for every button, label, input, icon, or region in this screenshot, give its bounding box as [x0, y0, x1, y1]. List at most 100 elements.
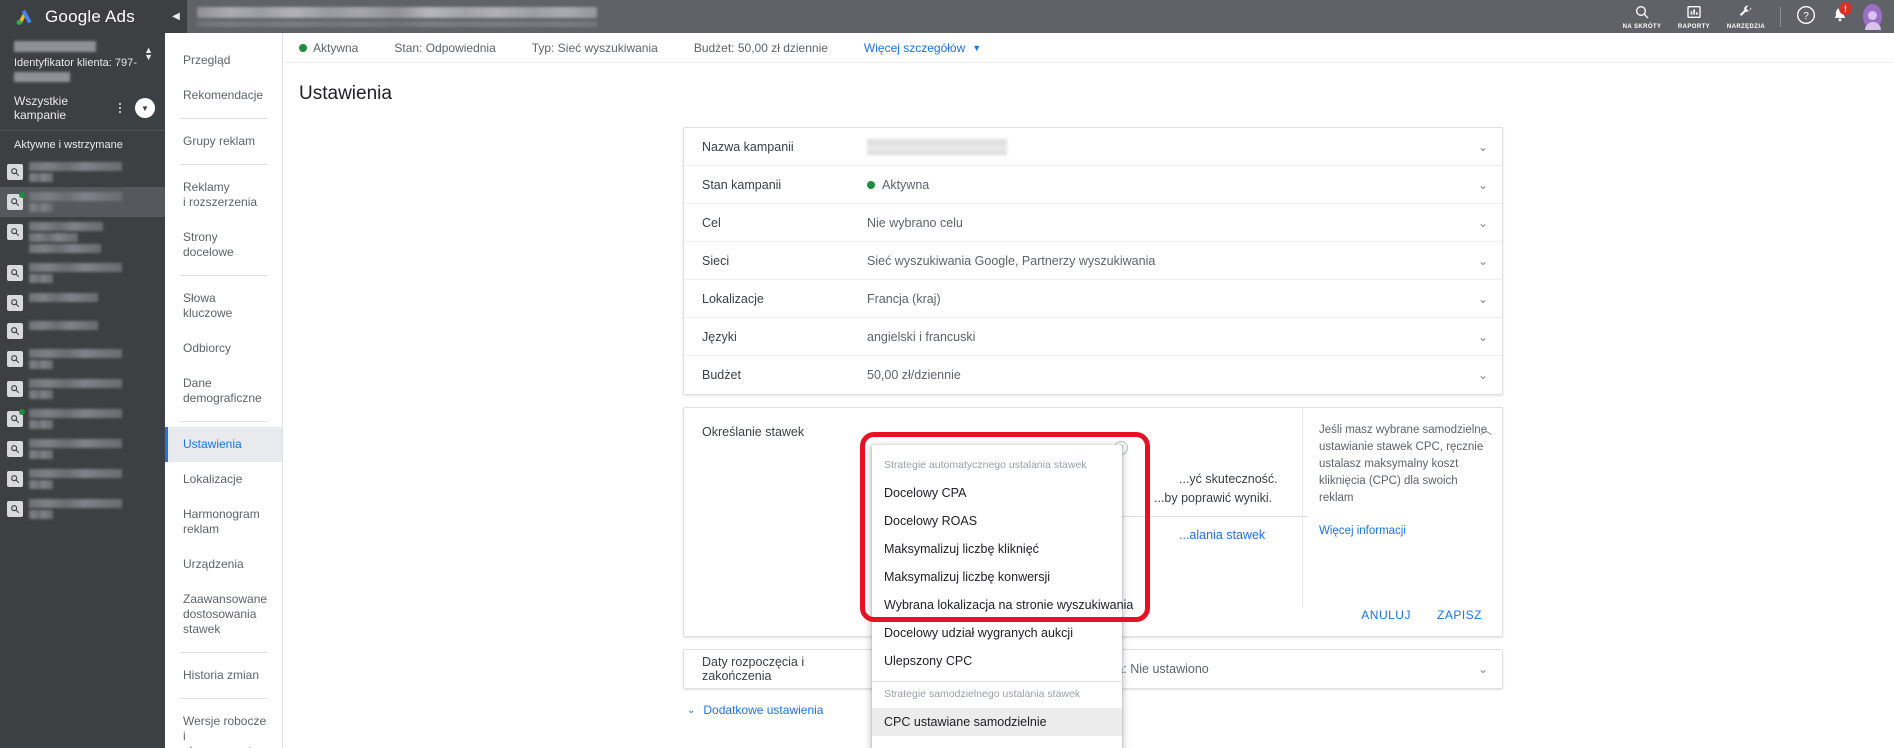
more-vert-icon[interactable] [113, 103, 127, 113]
dropdown-option[interactable]: Docelowy ROAS [872, 507, 1122, 535]
chevron-down-icon[interactable]: ⌄ [1478, 254, 1488, 268]
status-dot-icon [867, 180, 875, 189]
search-campaign-icon [7, 381, 23, 397]
settings-row[interactable]: Sieci Sieć wyszukiwania Google, Partnerzy… [684, 242, 1502, 280]
obscured-text-line-2: ...by poprawić wyniki. [1154, 491, 1273, 505]
chevron-down-icon[interactable]: ▼ [135, 98, 155, 118]
settings-row[interactable]: Cel Nie wybrano celu ⌄ [684, 204, 1502, 242]
sidebar-item-zaawansowane[interactable]: Zaawansowane dostosowania stawek [165, 582, 282, 647]
collapse-panel-button[interactable]: ◀ [165, 0, 187, 33]
settings-rows: Nazwa kampanii ⌄ Stan kampanii Aktywna ⌄ Cel N… [684, 128, 1502, 394]
campaign-list-item[interactable] [0, 464, 165, 494]
campaign-filter-label: Aktywne i wstrzymane [14, 139, 123, 151]
settings-row[interactable]: Stan kampanii Aktywna ⌄ [684, 166, 1502, 204]
more-details-link[interactable]: Więcej szczegółów ▼ [864, 41, 981, 55]
more-details-label: Więcej szczegółów [863, 40, 966, 55]
page-title: Ustawienia [299, 83, 392, 104]
dropdown-option[interactable]: Maksymalizuj liczbę konwersji [872, 563, 1122, 591]
obscured-link[interactable]: ...alania stawek [1179, 526, 1265, 545]
shortcuts-button[interactable]: NA SKRÓTY [1616, 0, 1668, 33]
google-ads-logo-icon [14, 6, 36, 28]
settings-row[interactable]: Budżet 50,00 zł/dziennie ⌄ [684, 356, 1502, 394]
chevron-down-icon[interactable]: ⌄ [1478, 662, 1488, 676]
nav-divider [179, 652, 268, 653]
brand-logo[interactable]: Google Ads [0, 0, 165, 33]
sidebar-item-ustawienia[interactable]: Ustawienia [165, 427, 282, 462]
redacted-campaign-name [29, 439, 157, 459]
sidebar-item-przegl-d[interactable]: Przegląd [165, 43, 282, 78]
redacted-line [197, 20, 597, 27]
campaign-list-item[interactable] [0, 434, 165, 464]
sidebar-item-reklamy[interactable]: Reklamy i rozszerzenia [165, 170, 282, 220]
chevron-up-icon[interactable]: ︿ [1480, 422, 1492, 439]
campaign-list-item[interactable] [0, 344, 165, 374]
campaign-list-item[interactable] [0, 217, 165, 258]
chevron-down-icon[interactable]: ⌄ [1478, 178, 1488, 192]
dropdown-option[interactable]: Docelowy CPA [872, 479, 1122, 507]
help-button[interactable]: ? [1789, 0, 1823, 33]
campaign-list-item[interactable] [0, 157, 165, 187]
dropdown-option[interactable]: Maksymalizuj liczbę kliknięć [872, 535, 1122, 563]
bid-strategy-dropdown[interactable]: Strategie automatycznego ustalania stawe… [872, 445, 1133, 748]
search-campaign-icon [7, 409, 25, 427]
settings-row[interactable]: Nazwa kampanii ⌄ [684, 128, 1502, 166]
up-down-arrows-icon[interactable]: ▲ ▼ [144, 41, 153, 62]
sidebar-item-strony-docelowe[interactable]: Strony docelowe [165, 220, 282, 270]
campaign-list-item[interactable] [0, 374, 165, 404]
toolbar-divider [1780, 6, 1781, 27]
chevron-down-icon[interactable]: ⌄ [1478, 216, 1488, 230]
account-info: Identyfikator klienta: 797- [14, 41, 144, 82]
dropdown-option[interactable]: Wybrana lokalizacja na stronie wyszukiwa… [872, 591, 1133, 619]
campaign-list-item[interactable] [0, 258, 165, 288]
status-type: Typ: Sieć wyszukiwania [531, 40, 658, 55]
campaign-list-item[interactable] [0, 494, 165, 524]
settings-row[interactable]: Lokalizacje Francja (kraj) ⌄ [684, 280, 1502, 318]
search-campaign-icon [7, 501, 23, 517]
sidebar-item-urz-dzenia[interactable]: Urządzenia [165, 547, 282, 582]
sidebar-item-s-owa-kluczowe[interactable]: Słowa kluczowe [165, 281, 282, 331]
tools-label: NARZĘDZIA [1726, 23, 1766, 30]
account-avatar-icon [1863, 4, 1882, 30]
reports-button[interactable]: RAPORTY [1668, 0, 1720, 33]
search-campaign-icon [7, 295, 23, 311]
tools-button[interactable]: NARZĘDZIA [1720, 0, 1772, 33]
sidebar-item-odbiorcy[interactable]: Odbiorcy [165, 331, 282, 366]
dropdown-option[interactable]: Docelowy udział wygranych aukcji [872, 619, 1122, 647]
sidebar-item-rekomendacje[interactable]: Rekomendacje [165, 78, 282, 113]
settings-row-label: Stan kampanii [702, 177, 782, 192]
campaign-list-item[interactable] [0, 187, 165, 217]
settings-row-label: Lokalizacje [702, 291, 764, 306]
cancel-button[interactable]: ANULUJ [1361, 608, 1411, 622]
campaign-list-item[interactable] [0, 288, 165, 316]
nav-items: Przegląd Rekomendacje Grupy reklam Reklamy … [165, 43, 282, 748]
sidebar-item-dane[interactable]: Dane demograficzne [165, 366, 282, 416]
shortcuts-label: NA SKRÓTY [1622, 23, 1662, 30]
sidebar-item-wersje-robocze-i[interactable]: Wersje robocze i eksperymenty [165, 704, 282, 748]
settings-row[interactable]: Języki angielski i francuski ⌄ [684, 318, 1502, 356]
more-info-link[interactable]: Więcej informacji [1319, 523, 1488, 540]
sidebar-item-historia-zmian[interactable]: Historia zmian [165, 658, 282, 693]
nav-divider [179, 275, 268, 276]
sidebar-item-label: Zaawansowane dostosowania stawek [183, 592, 268, 636]
account-selector[interactable]: Identyfikator klienta: 797- ▲ ▼ [0, 33, 165, 88]
campaign-list-item[interactable] [0, 316, 165, 344]
sidebar-item-lokalizacje[interactable]: Lokalizacje [165, 462, 282, 497]
active-status-dot-icon [19, 192, 25, 198]
svg-text:?: ? [1803, 11, 1809, 22]
status-condition: Stan: Odpowiednia [394, 40, 496, 55]
notifications-button[interactable]: ! [1823, 0, 1857, 33]
chevron-down-icon[interactable]: ⌄ [1478, 292, 1488, 306]
dropdown-option[interactable]: Ulepszony CPC [872, 647, 1122, 675]
chevron-down-icon[interactable]: ⌄ [1478, 368, 1488, 382]
reports-label: RAPORTY [1677, 23, 1711, 30]
sidebar-item-harmonogram[interactable]: Harmonogram reklam [165, 497, 282, 547]
all-campaigns-row[interactable]: Wszystkie kampanie ▼ [0, 88, 165, 131]
avatar[interactable] [1857, 4, 1882, 30]
dropdown-option[interactable]: CPC ustawiane samodzielnie [872, 708, 1122, 736]
google-ads-app: Google Ads ◀ NA SKRÓTY RAPORTY NARZĘDZIA… [0, 0, 1894, 748]
save-button[interactable]: ZAPISZ [1437, 608, 1482, 622]
campaign-list-item[interactable] [0, 404, 165, 434]
chevron-down-icon[interactable]: ⌄ [1478, 330, 1488, 344]
chevron-down-icon[interactable]: ⌄ [1478, 140, 1488, 154]
sidebar-item-grupy-reklam[interactable]: Grupy reklam [165, 124, 282, 159]
